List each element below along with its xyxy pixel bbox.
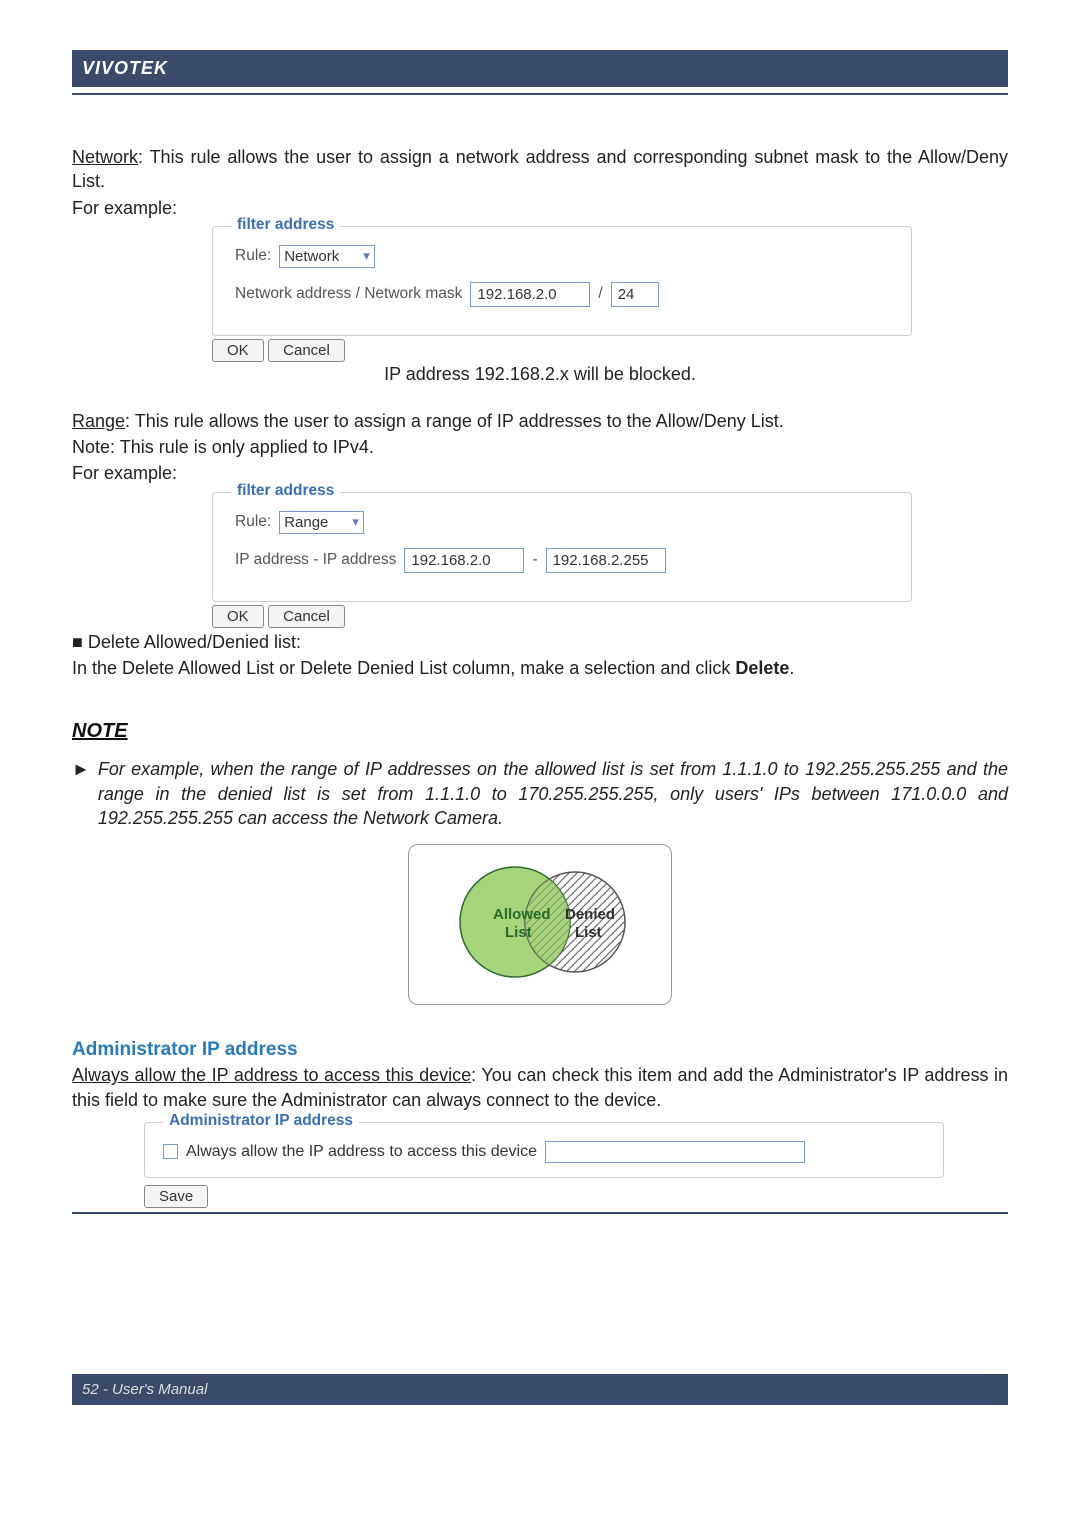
ip-from-input[interactable]: 192.168.2.0	[404, 548, 524, 573]
admin-ip-heading: Administrator IP address	[72, 1039, 1008, 1061]
venn-allowed-label: Allowed	[493, 906, 551, 923]
page-footer: 52 - User's Manual	[72, 1374, 1008, 1405]
venn-diagram-box: Allowed List Denied List	[408, 844, 672, 1005]
delete-word: Delete	[735, 658, 789, 678]
chevron-down-icon: ▾	[352, 514, 359, 530]
cancel-button-1[interactable]: Cancel	[268, 339, 345, 362]
delete-list-bullet: ■ Delete Allowed/Denied list:	[72, 630, 1008, 654]
for-example-2: For example:	[72, 461, 1008, 485]
range-note-line: Note: This rule is only applied to IPv4.	[72, 435, 1008, 459]
venn-denied-list-label: List	[575, 924, 602, 941]
note-text: For example, when the range of IP addres…	[98, 757, 1008, 830]
admin-always-label: Always allow the IP address to access th…	[72, 1065, 471, 1085]
admin-ip-fieldset: Administrator IP address Always allow th…	[144, 1122, 944, 1178]
filter-address-range-fieldset: filter address Rule: Range ▾ IP address …	[212, 492, 912, 602]
network-address-input[interactable]: 192.168.2.0	[470, 282, 590, 307]
save-button[interactable]: Save	[144, 1185, 208, 1208]
footer-text: 52 - User's Manual	[82, 1381, 207, 1398]
delete-desc-a: In the Delete Allowed List or Delete Den…	[72, 658, 735, 678]
cancel-button-2[interactable]: Cancel	[268, 605, 345, 628]
page-header: VIVOTEK	[72, 50, 1008, 87]
rule-label-1: Rule:	[235, 247, 271, 265]
venn-diagram-icon: Allowed List Denied List	[425, 857, 655, 987]
rule-select-range[interactable]: Range ▾	[279, 511, 364, 534]
header-divider	[72, 93, 1008, 95]
network-caption: IP address 192.168.2.x will be blocked.	[72, 364, 1008, 385]
fieldset-legend-1: filter address	[231, 216, 340, 234]
note-heading: NOTE	[72, 720, 1008, 743]
brand-text: VIVOTEK	[82, 58, 168, 78]
delete-desc-b: .	[789, 658, 794, 678]
rule-select-value-2: Range	[284, 514, 328, 531]
network-desc: : This rule allows the user to assign a …	[72, 147, 1008, 191]
admin-ip-paragraph: Always allow the IP address to access th…	[72, 1063, 1008, 1112]
slash-separator: /	[598, 285, 602, 303]
network-label: Network	[72, 147, 138, 167]
rule-label-2: Rule:	[235, 513, 271, 531]
network-paragraph: Network: This rule allows the user to as…	[72, 145, 1008, 194]
range-desc: : This rule allows the user to assign a …	[125, 411, 784, 431]
note-arrow-icon: ►	[72, 757, 90, 830]
venn-allowed-list-label: List	[505, 924, 532, 941]
range-paragraph: Range: This rule allows the user to assi…	[72, 409, 1008, 433]
always-allow-checkbox[interactable]	[163, 1144, 178, 1159]
venn-denied-label: Denied	[565, 906, 615, 923]
network-addr-label: Network address / Network mask	[235, 285, 462, 303]
ip-range-label: IP address - IP address	[235, 551, 396, 569]
ok-button-2[interactable]: OK	[212, 605, 264, 628]
always-allow-label: Always allow the IP address to access th…	[186, 1143, 537, 1161]
fieldset-legend-2: filter address	[231, 482, 340, 500]
admin-ip-input[interactable]	[545, 1141, 805, 1163]
rule-select-value-1: Network	[284, 248, 339, 265]
chevron-down-icon: ▾	[363, 248, 370, 264]
range-label: Range	[72, 411, 125, 431]
note-item: ► For example, when the range of IP addr…	[72, 757, 1008, 830]
admin-fieldset-legend: Administrator IP address	[163, 1112, 359, 1130]
for-example-1: For example:	[72, 196, 1008, 220]
dash-separator: -	[532, 551, 537, 569]
venn-diagram-wrap: Allowed List Denied List	[72, 844, 1008, 1005]
ip-to-input[interactable]: 192.168.2.255	[546, 548, 666, 573]
filter-address-network-fieldset: filter address Rule: Network ▾ Network a…	[212, 226, 912, 336]
footer-divider	[72, 1212, 1008, 1214]
ok-button-1[interactable]: OK	[212, 339, 264, 362]
delete-list-desc: In the Delete Allowed List or Delete Den…	[72, 656, 1008, 680]
network-mask-input[interactable]: 24	[611, 282, 659, 307]
rule-select-network[interactable]: Network ▾	[279, 245, 375, 268]
